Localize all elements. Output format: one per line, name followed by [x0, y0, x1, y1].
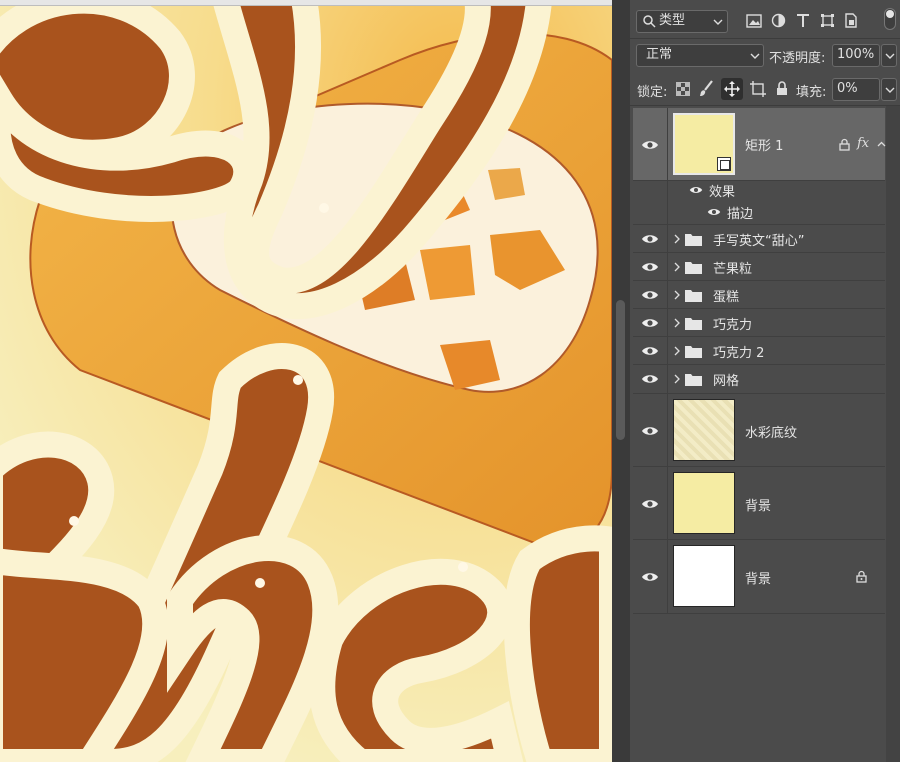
fill-value: 0%: [837, 81, 858, 96]
chevron-down-icon: [713, 19, 723, 25]
layer-name[interactable]: 背景: [745, 568, 771, 587]
visibility-eye-icon[interactable]: [689, 185, 703, 195]
horizontal-ruler: [0, 0, 612, 6]
chevron-right-icon[interactable]: [673, 290, 681, 300]
visibility-eye-icon[interactable]: [707, 207, 721, 217]
layer-name[interactable]: 背景: [745, 495, 771, 514]
visibility-eye-icon[interactable]: [641, 261, 659, 273]
layer-name[interactable]: 蛋糕: [713, 286, 739, 305]
visibility-eye-icon[interactable]: [641, 139, 659, 151]
collapse-effects-icon[interactable]: [877, 141, 886, 147]
opacity-dropdown[interactable]: [881, 44, 897, 67]
layer-group-handwritten-sweetheart[interactable]: 手写英文“甜心”: [633, 225, 885, 253]
layer-group-cake[interactable]: 蛋糕: [633, 281, 885, 309]
lock-icon: [839, 138, 850, 151]
layer-name[interactable]: 网格: [713, 370, 739, 389]
blend-mode-value: 正常: [646, 47, 673, 62]
layer-thumbnail: [673, 399, 735, 461]
layer-effects-row[interactable]: 效果: [633, 181, 885, 200]
lock-all-icon[interactable]: [776, 81, 788, 96]
opacity-label: 不透明度:: [769, 51, 826, 66]
layer-name[interactable]: 芒果粒: [713, 258, 752, 277]
filter-kind-label: 类型: [659, 13, 686, 28]
chevron-right-icon[interactable]: [673, 318, 681, 328]
artwork: [0, 0, 612, 762]
shape-layer-filter-icon[interactable]: [820, 13, 835, 28]
visibility-eye-icon[interactable]: [641, 317, 659, 329]
layer-name[interactable]: 巧克力 2: [713, 342, 764, 361]
filter-toggle[interactable]: [884, 8, 896, 30]
document-canvas[interactable]: [0, 0, 612, 762]
blend-mode-select[interactable]: 正常: [636, 44, 764, 67]
layers-panel-scrollbar[interactable]: [886, 106, 900, 762]
visibility-eye-icon[interactable]: [641, 425, 659, 437]
layer-thumbnail: [673, 472, 735, 534]
artboard-lock-icon[interactable]: [750, 81, 766, 97]
layer-effect-stroke-row[interactable]: 描边: [633, 200, 885, 225]
visibility-eye-icon[interactable]: [641, 571, 659, 583]
lock-transparent-pixels-icon[interactable]: [676, 82, 690, 96]
chevron-right-icon[interactable]: [673, 262, 681, 272]
vector-mask-icon: [717, 157, 731, 171]
layers-panel: 类型 正常 不透明度: 100% 锁定: 填充: 0% 矩形 1 fx 效果 描…: [630, 0, 900, 762]
layer-name[interactable]: 巧克力: [713, 314, 752, 333]
layer-row-rectangle-1[interactable]: 矩形 1 fx: [633, 108, 886, 181]
chevron-right-icon[interactable]: [673, 374, 681, 384]
effects-label: 效果: [709, 185, 736, 200]
lock-position-button[interactable]: [721, 78, 743, 100]
folder-icon: [685, 318, 702, 330]
pixel-layer-filter-icon[interactable]: [746, 14, 762, 28]
chevron-down-icon: [750, 53, 760, 59]
layer-name[interactable]: 水彩底纹: [745, 422, 797, 441]
folder-icon: [685, 374, 702, 386]
smart-object-filter-icon[interactable]: [844, 13, 858, 28]
layer-name[interactable]: 矩形 1: [745, 135, 783, 154]
layer-name[interactable]: 手写英文“甜心”: [713, 230, 804, 249]
layer-row-watercolor-texture[interactable]: 水彩底纹: [633, 394, 885, 467]
chevron-down-icon: [885, 87, 895, 93]
layer-row-background-locked[interactable]: 背景: [633, 540, 885, 614]
folder-icon: [685, 346, 702, 358]
brush-icon[interactable]: [699, 80, 714, 97]
fill-label: 填充:: [796, 85, 827, 100]
layer-fx-badge[interactable]: fx: [857, 136, 869, 151]
layer-group-mango[interactable]: 芒果粒: [633, 253, 885, 281]
search-icon: [643, 15, 656, 28]
stroke-effect-label: 描边: [727, 207, 754, 222]
layer-row-background-fill[interactable]: 背景: [633, 467, 885, 540]
layer-thumbnail: [673, 113, 735, 175]
visibility-eye-icon[interactable]: [641, 233, 659, 245]
opacity-input[interactable]: 100%: [832, 44, 880, 67]
folder-icon: [685, 262, 702, 274]
folder-icon: [685, 234, 702, 246]
visibility-eye-icon[interactable]: [641, 289, 659, 301]
fill-dropdown[interactable]: [881, 78, 897, 101]
layer-filter-select[interactable]: 类型: [636, 10, 728, 33]
layer-group-grid[interactable]: 网格: [633, 365, 885, 394]
chevron-right-icon[interactable]: [673, 346, 681, 356]
visibility-eye-icon[interactable]: [641, 498, 659, 510]
layer-group-chocolate-2[interactable]: 巧克力 2: [633, 337, 885, 365]
visibility-eye-icon[interactable]: [641, 373, 659, 385]
adjustment-layer-filter-icon[interactable]: [771, 13, 786, 28]
fill-input[interactable]: 0%: [832, 78, 880, 101]
visibility-eye-icon[interactable]: [641, 345, 659, 357]
opacity-value: 100%: [837, 47, 875, 62]
scrollbar-thumb[interactable]: [616, 300, 625, 440]
chevron-down-icon: [885, 53, 895, 59]
move-icon: [724, 81, 740, 97]
lock-label: 锁定:: [637, 85, 668, 100]
folder-icon: [685, 290, 702, 302]
layer-thumbnail: [673, 545, 735, 607]
type-layer-filter-icon[interactable]: [796, 13, 810, 28]
lock-icon: [856, 570, 867, 583]
layer-group-chocolate[interactable]: 巧克力: [633, 309, 885, 337]
chevron-right-icon[interactable]: [673, 234, 681, 244]
